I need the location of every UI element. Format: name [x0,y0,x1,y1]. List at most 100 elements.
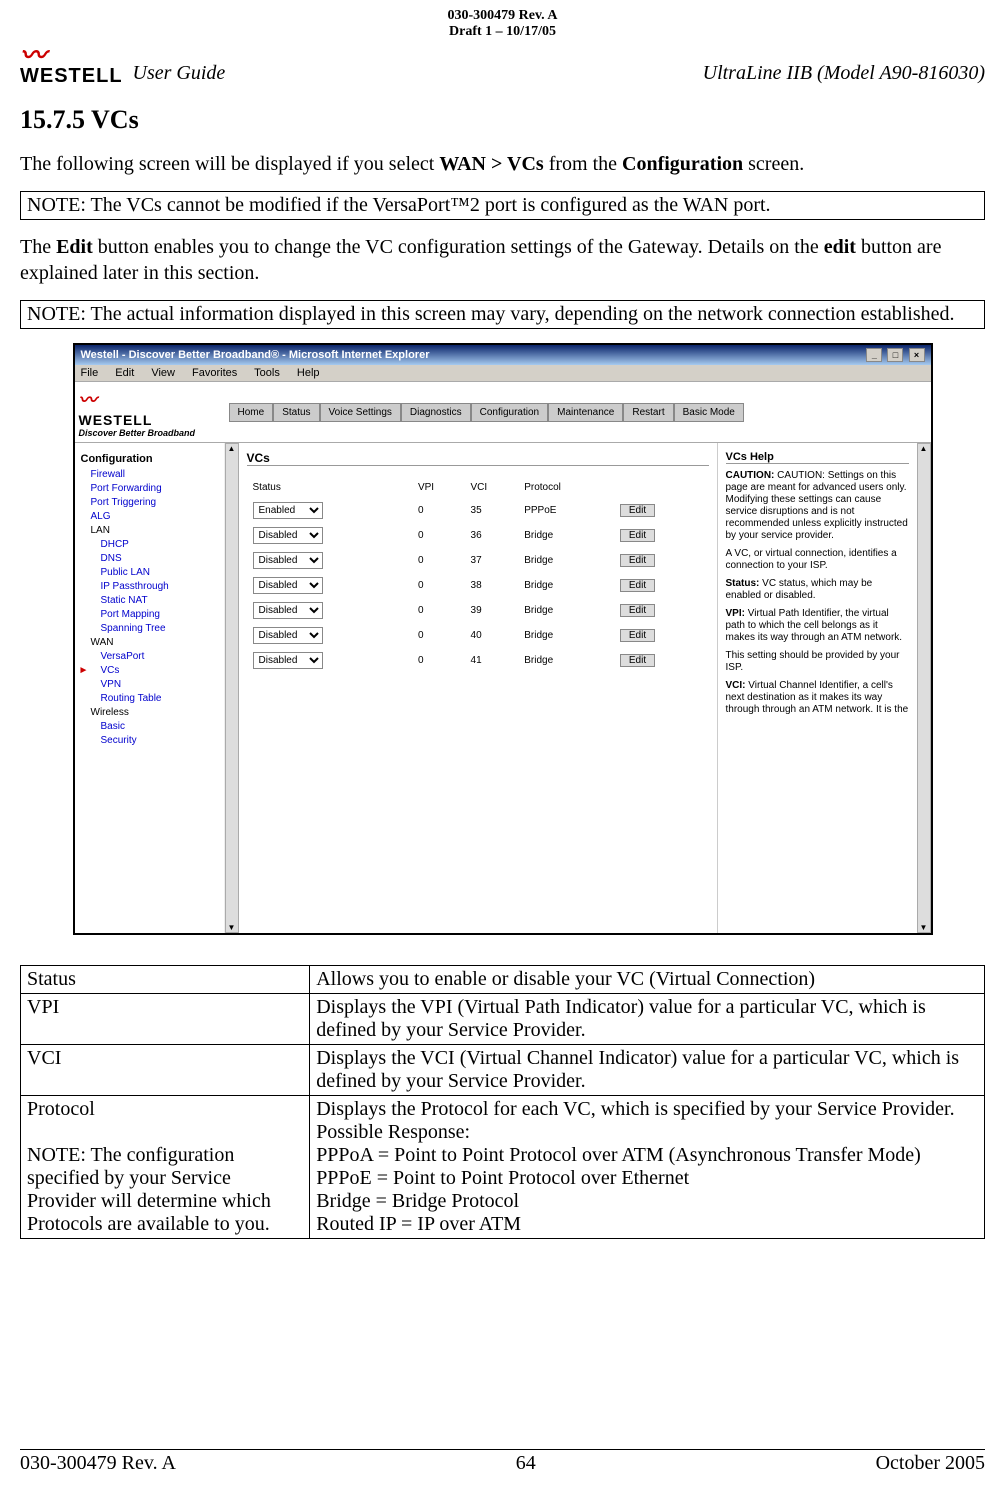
edit-button[interactable]: Edit [620,604,655,617]
menu-edit[interactable]: Edit [115,367,134,379]
status-select[interactable]: Disabled [253,602,323,619]
col-vci: VCI [467,478,519,497]
tab-basic-mode[interactable]: Basic Mode [674,403,744,422]
intro-paragraph: The following screen will be displayed i… [20,151,985,177]
sidebar-item-ip-passthrough[interactable]: IP Passthrough [101,581,218,592]
menu-favorites[interactable]: Favorites [192,367,237,379]
edit-button[interactable]: Edit [620,654,655,667]
tab-home[interactable]: Home [229,403,274,422]
tab-configuration[interactable]: Configuration [471,403,548,422]
help-p1: CAUTION: CAUTION: Settings on this page … [726,470,909,542]
sidebar-item-vpn[interactable]: VPN [101,679,218,690]
table-row: Disabled040BridgeEdit [249,624,707,647]
vpi-cell: 0 [414,624,465,647]
sidebar-item-alg[interactable]: ALG [91,511,218,522]
status-select[interactable]: Enabled [253,502,323,519]
vpi-cell: 0 [414,599,465,622]
table-row: Disabled039BridgeEdit [249,599,707,622]
edit-button[interactable]: Edit [620,504,655,517]
sidebar-item-versaport[interactable]: VersaPort [101,651,218,662]
header-row: 〰 WESTELL User Guide UltraLine IIB (Mode… [20,44,985,85]
status-select[interactable]: Disabled [253,527,323,544]
scroll-up-icon[interactable]: ▲ [920,444,928,453]
def-key: Protocol NOTE: The configuration specifi… [21,1096,310,1239]
help-title: VCs Help [726,451,909,464]
vci-cell: 40 [467,624,519,647]
protocol-cell: Bridge [520,649,614,672]
status-select[interactable]: Disabled [253,652,323,669]
tab-maintenance[interactable]: Maintenance [548,403,623,422]
protocol-cell: Bridge [520,549,614,572]
window-controls: _ □ × [864,348,924,362]
app-tagline: Discover Better Broadband [79,428,229,438]
vpi-cell: 0 [414,499,465,522]
sidebar-item-firewall[interactable]: Firewall [91,469,218,480]
scroll-down-icon[interactable]: ▼ [920,923,928,932]
help-p2: A VC, or virtual connection, identifies … [726,548,909,572]
sidebar-item-dns[interactable]: DNS [101,553,218,564]
doc-header-line1: 030-300479 Rev. A [20,8,985,24]
sidebar-head-wan: WAN [91,637,218,648]
vpi-cell: 0 [414,549,465,572]
menu-help[interactable]: Help [297,367,320,379]
table-row: StatusAllows you to enable or disable yo… [21,966,985,994]
sidebar-scrollbar[interactable]: ▲ ▼ [225,443,239,933]
table-row: Disabled 037Bridge Edit [249,549,707,572]
sidebar-item-dhcp[interactable]: DHCP [101,539,218,550]
def-value: Allows you to enable or disable your VC … [310,966,985,994]
tab-voice[interactable]: Voice Settings [320,403,401,422]
minimize-icon[interactable]: _ [866,348,882,362]
menu-view[interactable]: View [151,367,175,379]
edit-button[interactable]: Edit [620,554,655,567]
app-logo-mark-icon: 〰 [79,386,229,412]
sidebar-item-public-lan[interactable]: Public LAN [101,567,218,578]
help-p5: This setting should be provided by your … [726,650,909,674]
menu-file[interactable]: File [81,367,99,379]
tab-restart[interactable]: Restart [623,403,673,422]
close-icon[interactable]: × [909,348,925,362]
edit-button[interactable]: Edit [620,629,655,642]
def-value: Displays the Protocol for each VC, which… [310,1096,985,1239]
status-select[interactable]: Disabled [253,552,323,569]
sidebar-head-config: Configuration [81,453,218,465]
ie-titlebar: Westell - Discover Better Broadband® - M… [75,345,931,365]
table-row: Protocol NOTE: The configuration specifi… [21,1096,985,1239]
tab-diagnostics[interactable]: Diagnostics [401,403,471,422]
edit-button[interactable]: Edit [620,579,655,592]
ie-body: Configuration Firewall Port Forwarding P… [75,443,931,933]
sidebar-item-port-triggering[interactable]: Port Triggering [91,497,218,508]
vci-cell: 39 [467,599,519,622]
vci-cell: 36 [467,524,519,547]
user-guide-label: User Guide [133,62,226,85]
screenshot-wrap: Westell - Discover Better Broadband® - M… [20,343,985,935]
table-row: Disabled041BridgeEdit [249,649,707,672]
sidebar-item-basic[interactable]: Basic [101,721,218,732]
scroll-down-icon[interactable]: ▼ [228,923,236,932]
status-select[interactable]: Disabled [253,627,323,644]
protocol-cell: Bridge [520,524,614,547]
scroll-up-icon[interactable]: ▲ [228,444,236,453]
maximize-icon[interactable]: □ [887,348,903,362]
help-p6: VCI: Virtual Channel Identifier, a cell'… [726,680,909,716]
protocol-cell: PPPoE [520,499,614,522]
status-select[interactable]: Disabled [253,577,323,594]
sidebar-item-routing-table[interactable]: Routing Table [101,693,218,704]
sidebar-item-port-forwarding[interactable]: Port Forwarding [91,483,218,494]
main-title: VCs [247,451,709,466]
sidebar-item-security[interactable]: Security [101,735,218,746]
tab-status[interactable]: Status [273,403,319,422]
help-panel: VCs Help CAUTION: CAUTION: Settings on t… [717,443,917,933]
main-scrollbar[interactable]: ▲ ▼ [917,443,931,933]
logo-mark-icon: 〰 [20,44,47,67]
app-logo: 〰 WESTELL Discover Better Broadband [79,386,229,438]
edit-button[interactable]: Edit [620,529,655,542]
edit-paragraph: The Edit button enables you to change th… [20,234,985,286]
sidebar-item-vcs[interactable]: VCs [101,665,218,676]
menu-tools[interactable]: Tools [254,367,280,379]
sidebar-item-spanning-tree[interactable]: Spanning Tree [101,623,218,634]
col-status: Status [249,478,412,497]
sidebar-item-port-mapping[interactable]: Port Mapping [101,609,218,620]
ie-title: Westell - Discover Better Broadband® - M… [81,349,430,361]
vci-cell: 37 [467,549,519,572]
sidebar-item-static-nat[interactable]: Static NAT [101,595,218,606]
